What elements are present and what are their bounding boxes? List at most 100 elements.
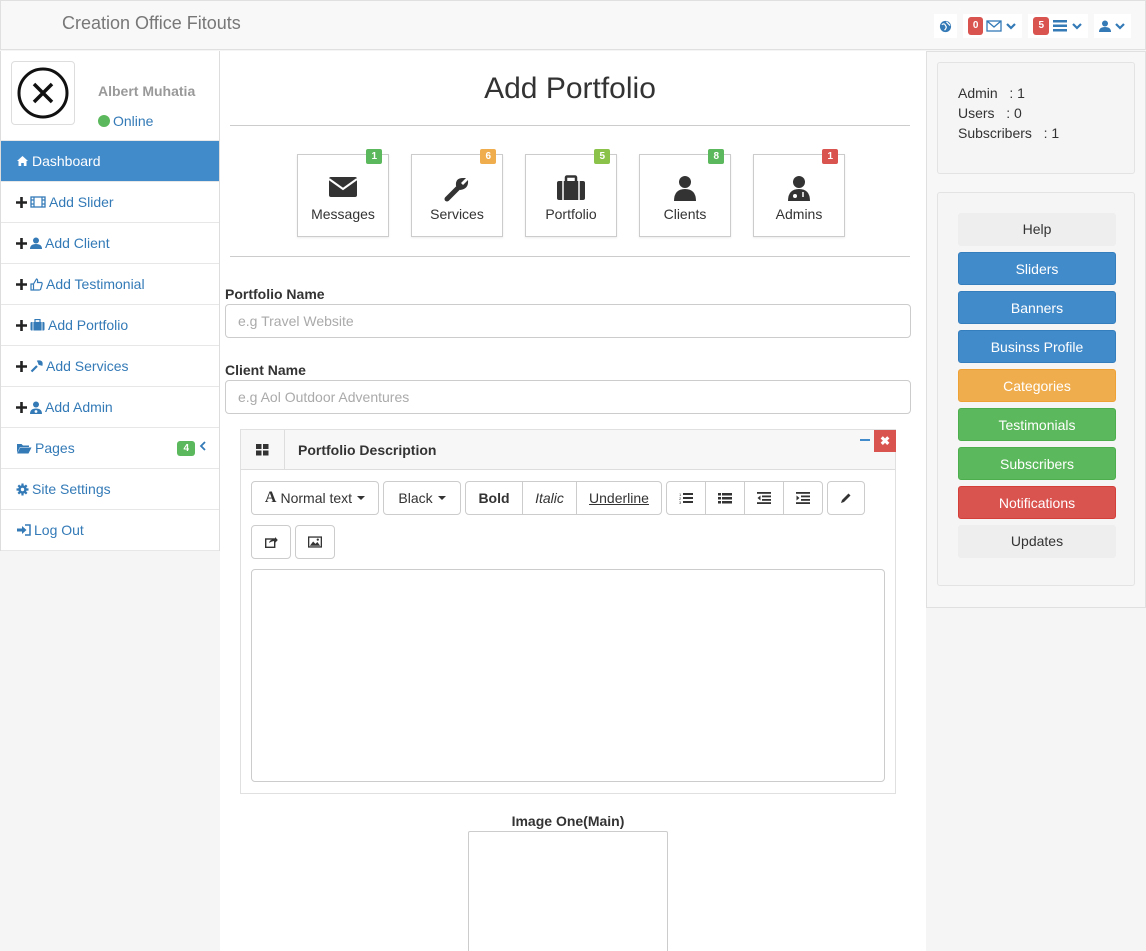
quick-links-panel: Help Sliders Banners Businss Profile Cat… <box>937 192 1135 586</box>
insert-image-button[interactable] <box>295 525 335 559</box>
notifications-button[interactable]: Notifications <box>958 486 1116 519</box>
text-style-label: Normal text <box>280 490 353 506</box>
tasks-badge: 5 <box>1033 17 1049 35</box>
divider <box>230 125 910 126</box>
sidebar-item-add-slider[interactable]: Add Slider <box>1 182 219 223</box>
caret-icon <box>357 496 366 500</box>
ordered-list-button[interactable]: 123 <box>666 481 706 515</box>
sidebar-item-label: Add Testimonial <box>46 276 145 292</box>
user-panel: Albert Muhatia Online <box>1 51 219 141</box>
envelope-icon <box>328 177 358 197</box>
sidebar-item-label: Dashboard <box>32 153 101 169</box>
tile-admins[interactable]: 1 Admins <box>753 149 845 237</box>
text-style-dropdown[interactable]: A Normal text <box>251 481 379 515</box>
top-icons: 0 5 <box>933 14 1131 38</box>
sidebar-item-add-admin[interactable]: Add Admin <box>1 387 219 428</box>
sidebar-item-label: Add Client <box>45 235 110 251</box>
chevron-down-icon <box>1072 23 1082 30</box>
messages-dropdown[interactable]: 0 <box>962 14 1023 38</box>
briefcase-icon <box>30 319 45 331</box>
categories-button[interactable]: Categories <box>958 369 1116 402</box>
stats-panel: Admin : 1 Users : 0 Subscribers : 1 <box>937 62 1135 174</box>
underline-button[interactable]: Underline <box>576 481 662 515</box>
format-group: Bold Italic Underline <box>465 481 662 515</box>
color-label: Black <box>398 490 433 506</box>
tile-label: Messages <box>311 206 375 222</box>
edit-html-button[interactable] <box>827 481 865 515</box>
indent-button[interactable] <box>783 481 823 515</box>
image-one-upload[interactable] <box>468 831 668 951</box>
client-name-input[interactable] <box>225 380 911 414</box>
sidebar-item-label: Pages <box>35 440 75 456</box>
bold-button[interactable]: Bold <box>465 481 523 515</box>
plus-icon <box>16 278 27 290</box>
home-icon <box>17 156 28 166</box>
business-profile-button[interactable]: Businss Profile <box>958 330 1116 363</box>
tasks-dropdown[interactable]: 5 <box>1028 14 1088 38</box>
svg-text:3: 3 <box>679 500 682 504</box>
grid-icon <box>241 430 285 470</box>
color-dropdown[interactable]: Black <box>383 481 461 515</box>
tile-badge: 1 <box>366 149 382 164</box>
sidebar-item-log-out[interactable]: Log Out <box>1 510 219 551</box>
sidebar-item-add-portfolio[interactable]: Add Portfolio <box>1 305 219 346</box>
sidebar-item-site-settings[interactable]: Site Settings <box>1 469 219 510</box>
tile-services[interactable]: 6 Services <box>411 149 503 237</box>
sidebar-item-label: Add Admin <box>45 399 113 415</box>
user-md-icon <box>30 401 42 414</box>
list-group: 123 <box>666 481 823 515</box>
tile-label: Clients <box>663 206 707 222</box>
sliders-button[interactable]: Sliders <box>958 252 1116 285</box>
tile-label: Admins <box>775 206 823 222</box>
list-icon <box>1053 20 1067 32</box>
user-status: Online <box>98 113 153 129</box>
brand-title[interactable]: Creation Office Fitouts <box>62 13 241 34</box>
widget-header: Portfolio Description ✖ <box>241 430 896 470</box>
stat-users: Users : 0 <box>958 105 1022 121</box>
plus-icon <box>16 237 27 249</box>
stat-subscribers: Subscribers : 1 <box>958 125 1060 141</box>
sidebar-item-pages[interactable]: Pages 4 <box>1 428 219 469</box>
insert-link-button[interactable] <box>251 525 291 559</box>
wrench-icon <box>444 178 469 202</box>
main-content: Add Portfolio 1 Messages 6 Services 5 Po… <box>220 51 926 951</box>
close-icon[interactable]: ✖ <box>874 430 896 452</box>
unordered-list-button[interactable] <box>705 481 745 515</box>
banners-button[interactable]: Banners <box>958 291 1116 324</box>
tile-portfolio[interactable]: 5 Portfolio <box>525 149 617 237</box>
caret-icon <box>437 496 446 500</box>
sign-out-icon <box>17 524 31 536</box>
help-link[interactable]: Help <box>958 213 1116 246</box>
globe-icon <box>939 20 951 32</box>
italic-button[interactable]: Italic <box>522 481 577 515</box>
sidebar-item-dashboard[interactable]: Dashboard <box>1 141 219 182</box>
chevron-down-icon <box>1006 23 1017 30</box>
portfolio-name-input[interactable] <box>225 304 911 338</box>
mail-badge: 0 <box>967 17 984 35</box>
plus-icon <box>16 401 27 413</box>
plus-icon <box>16 196 27 208</box>
user-md-icon <box>788 176 810 201</box>
divider <box>230 256 910 257</box>
minimize-icon[interactable] <box>860 439 870 441</box>
user-icon <box>674 176 696 201</box>
sidebar-item-add-testimonial[interactable]: Add Testimonial <box>1 264 219 305</box>
sidebar-item-add-services[interactable]: Add Services <box>1 346 219 387</box>
tile-messages[interactable]: 1 Messages <box>297 149 389 237</box>
user-dropdown[interactable] <box>1094 14 1131 38</box>
unordered-list-icon <box>718 493 732 504</box>
tile-label: Services <box>430 206 484 222</box>
subscribers-button[interactable]: Subscribers <box>958 447 1116 480</box>
outdent-button[interactable] <box>744 481 784 515</box>
sidebar-item-add-client[interactable]: Add Client <box>1 223 219 264</box>
editor-toolbar-secondary <box>251 525 335 559</box>
summary-tiles: 1 Messages 6 Services 5 Portfolio 8 Clie… <box>297 149 845 237</box>
image-one-label: Image One(Main) <box>511 813 625 829</box>
globe-button[interactable] <box>933 14 957 38</box>
tile-badge: 8 <box>708 149 724 164</box>
testimonials-button[interactable]: Testimonials <box>958 408 1116 441</box>
chevron-down-icon <box>1115 23 1125 30</box>
tile-clients[interactable]: 8 Clients <box>639 149 731 237</box>
description-editor[interactable] <box>251 569 885 782</box>
updates-link[interactable]: Updates <box>958 525 1116 558</box>
